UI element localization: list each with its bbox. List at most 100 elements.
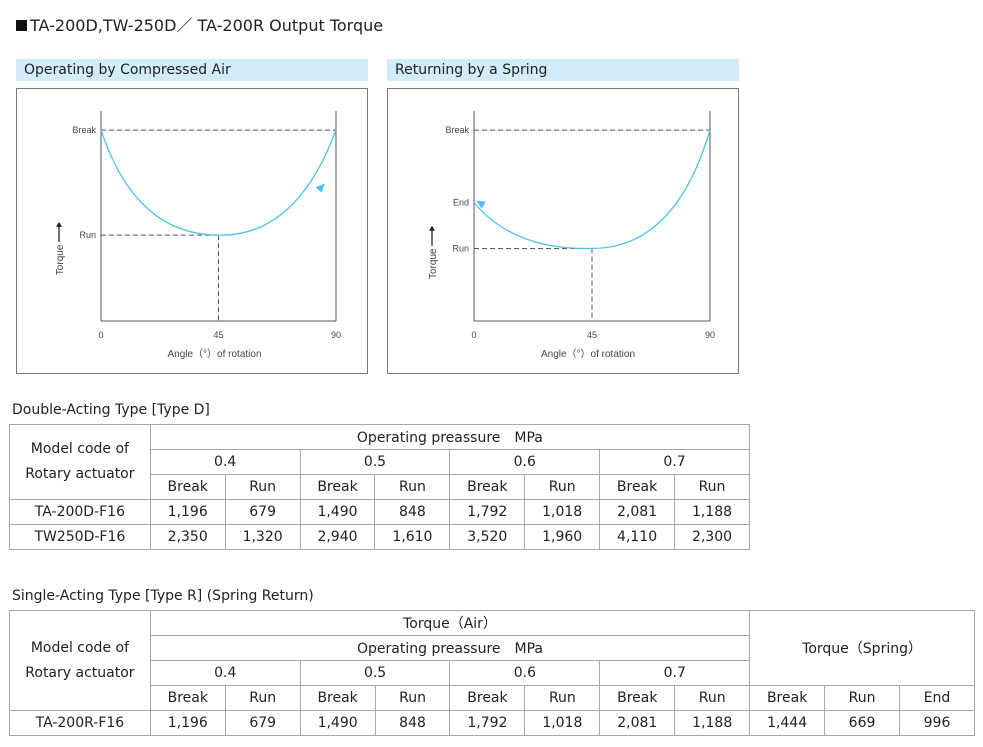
spring-sub-header-end: End [899,685,975,711]
torque-value: 1,196 [149,499,226,525]
sub-header-run: Run [374,685,451,711]
spring-sub-header-run: Run [824,685,900,711]
torque-value: 1,320 [224,524,301,550]
square-bullet-icon [16,20,27,31]
sub-header-run: Run [524,474,601,500]
chart-svg: Break Run 0 45 90 Angle（°）of rotation Torque [55,111,341,360]
y-axis-arrow-icon [429,225,435,231]
chart-spring-return: Break End Run 0 45 90 Angle（°）of rotation Torqu… [387,88,739,374]
torque-value: 1,196 [149,710,226,736]
torque-value: 1,610 [374,524,451,550]
x-tick-label: 90 [331,330,341,340]
torque-value: 1,960 [524,524,601,550]
air-torque-header: Torque（Air） [149,610,751,636]
x-tick-label: 45 [213,330,223,340]
pressure-0.4: 0.4 [149,660,301,686]
sub-header-break: Break [149,685,226,711]
chart-svg: Break End Run 0 45 90 Angle（°）of rotation Torqu… [428,111,715,360]
direction-arrow-icon [315,183,325,193]
sub-header-run: Run [674,474,750,500]
sub-header-break: Break [599,474,676,500]
y-level-label-run: Run [452,243,469,253]
x-axis-label: Angle（°）of rotation [541,348,635,360]
chart-title-spring: Returning by a Spring [387,59,739,81]
torque-value: 848 [374,710,451,736]
y-axis-label-group: Torque [55,221,66,275]
torque-value: 3,520 [449,524,526,550]
sub-header-break: Break [449,474,526,500]
pressure-0.5: 0.5 [299,660,451,686]
torque-value: 848 [374,499,451,525]
spring-torque-header: Torque（Spring） [749,610,975,686]
chart-compressed-air: Break Run 0 45 90 Angle（°）of rotation Torque [16,88,368,374]
sub-header-run: Run [224,474,301,500]
y-axis-arrow-icon [56,221,62,227]
model-code: TA-200D-F16 [9,499,151,525]
y-axis-label: Torque [55,244,66,275]
model-header: Model code of Rotary actuator [9,424,151,500]
y-axis-label: Torque [428,248,439,279]
torque-value: 1,792 [449,710,526,736]
table-row: TW250D-F16 2,350 1,320 2,940 1,610 3,520 1,960… [9,524,750,550]
torque-value: 679 [224,710,301,736]
double-acting-heading: Double-Acting Type [Type D] [12,402,210,418]
torque-value: 2,350 [149,524,226,550]
torque-value: 2,081 [599,499,676,525]
pressure-0.6: 0.6 [449,449,601,475]
pressure-header: Operating preassure MPa [149,635,751,661]
x-tick-label: 90 [705,330,715,340]
torque-value: 2,300 [674,524,750,550]
direction-arrow-icon [476,200,486,209]
sub-header-run: Run [374,474,451,500]
model-code: TA-200R-F16 [9,710,151,736]
page-title: TA-200D,TW-250D／ TA-200R Output Torque [16,12,383,36]
torque-value: 1,188 [674,710,751,736]
x-axis-label: Angle（°）of rotation [167,348,261,360]
x-tick-label: 45 [587,330,597,340]
model-code: TW250D-F16 [9,524,151,550]
torque-value: 4,110 [599,524,676,550]
single-acting-heading: Single-Acting Type [Type R] (Spring Retu… [12,588,314,604]
x-tick-label: 0 [98,330,103,340]
pressure-0.7: 0.7 [599,660,751,686]
torque-value: 2,940 [299,524,376,550]
pressure-0.4: 0.4 [149,449,301,475]
spring-torque-value: 996 [899,710,975,736]
torque-value: 1,490 [299,710,376,736]
spring-sub-header-break: Break [749,685,826,711]
chart-title-air: Operating by Compressed Air [16,59,368,81]
spring-torque-value: 1,444 [749,710,826,736]
torque-value: 1,792 [449,499,526,525]
sub-header-break: Break [299,685,376,711]
sub-header-break: Break [449,685,526,711]
y-level-label-end: End [453,198,469,208]
y-level-label-run: Run [79,230,96,240]
sub-header-break: Break [599,685,676,711]
torque-curve-segment-1 [100,129,219,236]
torque-value: 1,018 [524,499,601,525]
pressure-0.6: 0.6 [449,660,601,686]
torque-value: 1,188 [674,499,750,525]
table-row: TA-200R-F16 1,196 679 1,490 848 1,792 1,018 2,0… [9,710,975,736]
spring-torque-value: 669 [824,710,900,736]
single-acting-table: Model code of Rotary actuator Torque（Air… [9,610,975,736]
torque-value: 1,490 [299,499,376,525]
torque-curve-segment-2 [473,202,593,250]
torque-value: 2,081 [599,710,676,736]
torque-curve-segment-2 [218,129,337,236]
table-row: TA-200D-F16 1,196 679 1,490 848 1,792 1,018 2,0… [9,499,750,525]
pressure-0.7: 0.7 [599,449,750,475]
torque-curve-segment-1 [591,129,711,250]
sub-header-run: Run [524,685,601,711]
sub-header-run: Run [224,685,301,711]
y-axis-label-group: Torque [428,225,439,279]
y-level-label-break: Break [72,125,96,135]
double-acting-table: Model code of Rotary actuator Operating … [9,424,751,550]
model-header: Model code of Rotary actuator [9,610,151,711]
sub-header-break: Break [299,474,376,500]
pressure-0.5: 0.5 [299,449,451,475]
sub-header-break: Break [149,474,226,500]
torque-value: 1,018 [524,710,601,736]
pressure-header: Operating preassure MPa [149,424,751,450]
torque-value: 679 [224,499,301,525]
